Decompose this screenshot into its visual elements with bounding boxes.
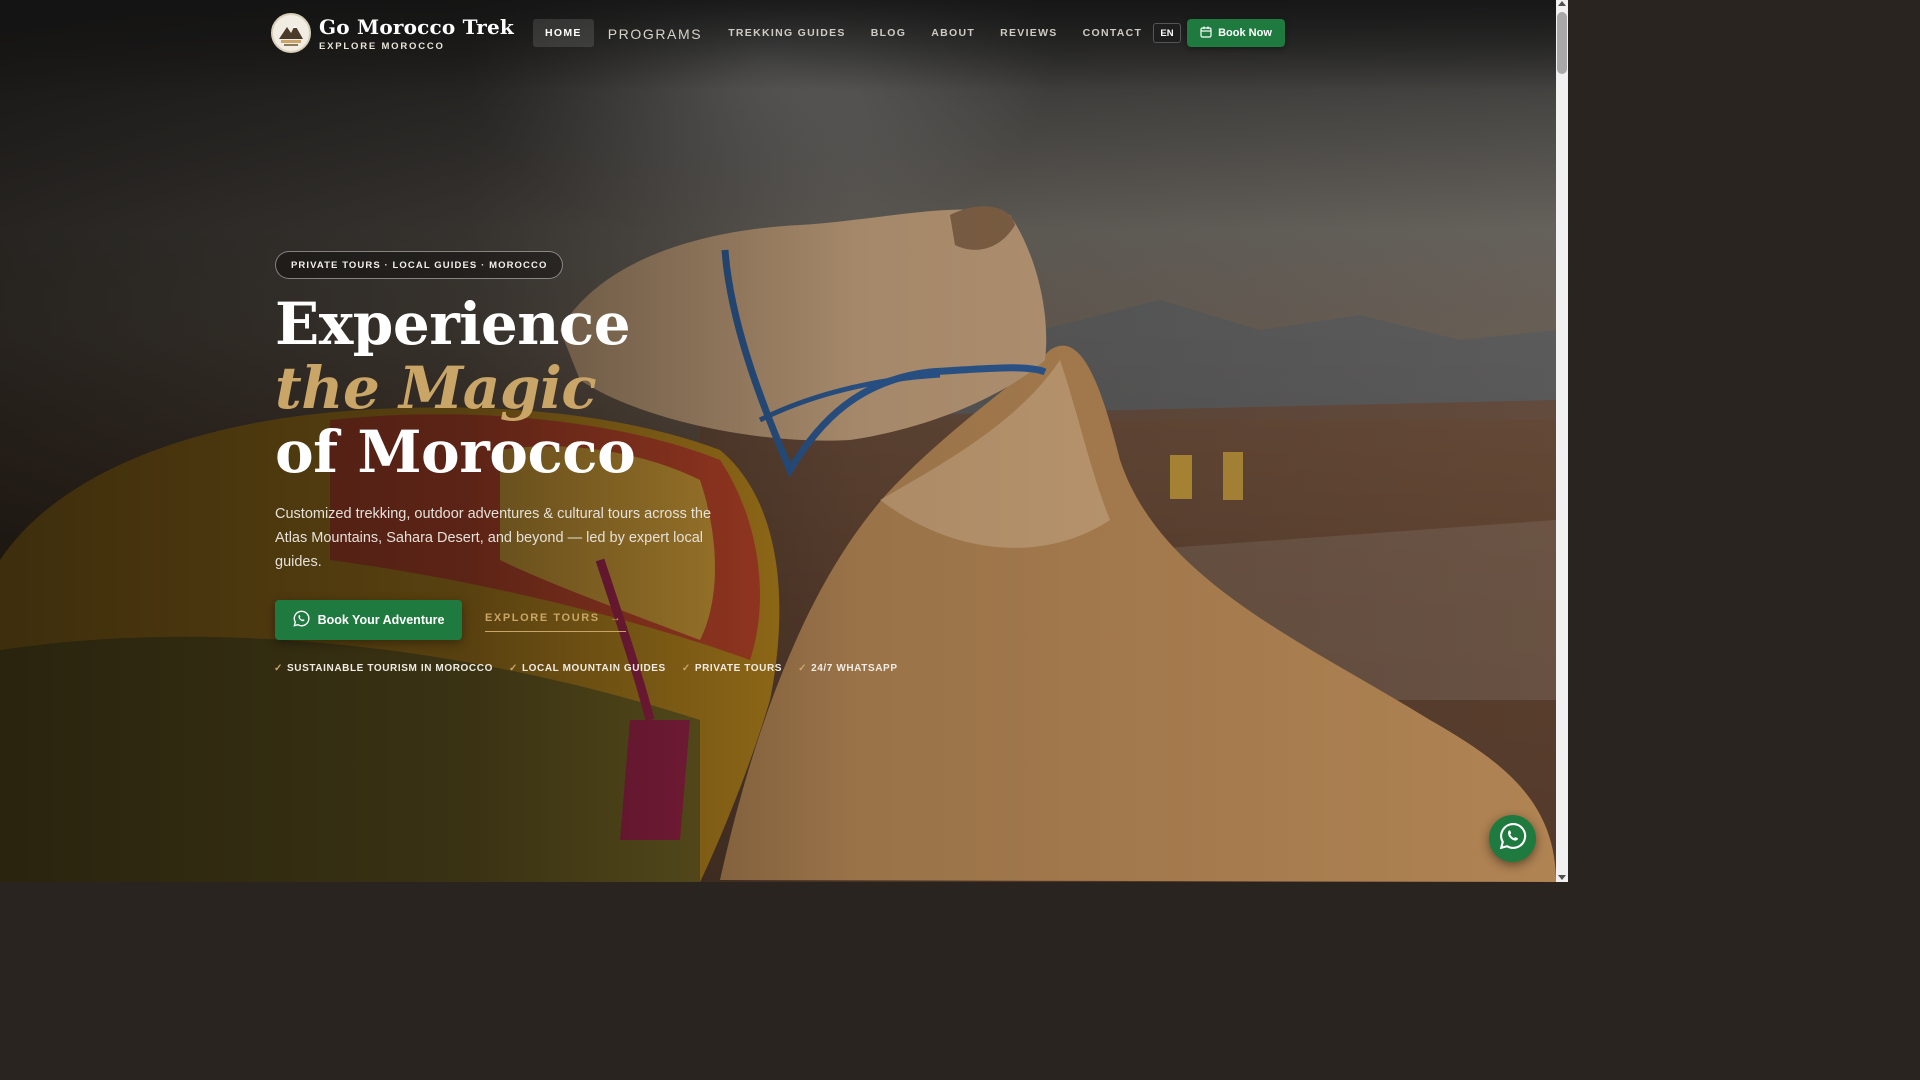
check-icon: ✓ <box>274 663 283 674</box>
page-scrollbar[interactable] <box>1556 0 1568 882</box>
hero-badge: PRIVATE TOURS · LOCAL GUIDES · MOROCCO <box>275 251 564 279</box>
arrow-right-icon: → <box>609 612 623 624</box>
whatsapp-icon <box>1499 822 1527 855</box>
explore-tours-link[interactable]: EXPLORE TOURS → <box>485 612 627 632</box>
brand-subtitle: EXPLORE MOROCCO <box>319 40 445 52</box>
check-icon: ✓ <box>508 663 518 674</box>
brand-title: Go Morocco Trek <box>319 14 514 39</box>
nav-programs[interactable]: PROGRAMS <box>596 18 714 50</box>
hero-description: Customized trekking, outdoor adventures … <box>275 506 712 570</box>
headline-line-2: the Magic <box>275 354 597 422</box>
headline-line-3: of Morocco <box>275 418 636 486</box>
book-adventure-button[interactable]: Book Your Adventure <box>275 600 462 640</box>
main-navigation: HOME PROGRAMS TREKKING GUIDES BLOG ABOUT… <box>533 16 1155 50</box>
whatsapp-icon <box>292 610 310 630</box>
nav-home[interactable]: HOME <box>533 19 594 47</box>
feature-label: 24/7 WHATSAPP <box>811 663 898 674</box>
nav-contact[interactable]: CONTACT <box>1071 19 1155 47</box>
calendar-icon <box>1200 26 1212 41</box>
nav-about[interactable]: ABOUT <box>919 19 987 47</box>
hero-headline: Experience the Magic of Morocco <box>275 290 636 486</box>
whatsapp-float-button[interactable] <box>1489 815 1536 862</box>
scroll-up-arrow[interactable] <box>1558 1 1566 6</box>
scrollbar-thumb[interactable] <box>1557 12 1567 74</box>
headline-line-1: Experience <box>275 290 631 358</box>
feature-label: LOCAL MOUNTAIN GUIDES <box>521 663 666 674</box>
feature-item: ✓ 24/7 WHATSAPP <box>798 663 898 674</box>
hero-overlay <box>0 0 1556 882</box>
feature-item: ✓ SUSTAINABLE TOURISM IN MOROCCO <box>274 663 493 674</box>
feature-label: SUSTAINABLE TOURISM IN MOROCCO <box>286 663 493 674</box>
feature-item: ✓ LOCAL MOUNTAIN GUIDES <box>509 663 666 674</box>
site-header: Go Morocco Trek EXPLORE MOROCCO HOME PRO… <box>0 0 1556 64</box>
feature-label: PRIVATE TOURS <box>694 663 783 674</box>
scroll-down-arrow[interactable] <box>1558 875 1566 880</box>
check-icon: ✓ <box>681 663 691 674</box>
brand-logo-link[interactable]: Go Morocco Trek EXPLORE MOROCCO <box>271 13 514 53</box>
feature-item: ✓ PRIVATE TOURS <box>682 663 782 674</box>
nav-reviews[interactable]: REVIEWS <box>988 19 1070 47</box>
mountain-logo-icon <box>271 13 311 53</box>
book-now-label: Book Now <box>1218 27 1272 39</box>
language-switcher[interactable]: EN <box>1153 23 1181 43</box>
hero-features: ✓ SUSTAINABLE TOURISM IN MOROCCO ✓ LOCAL… <box>274 663 898 674</box>
book-adventure-label: Book Your Adventure <box>317 613 445 627</box>
nav-trekking-guides[interactable]: TREKKING GUIDES <box>716 19 858 47</box>
explore-tours-label: EXPLORE TOURS <box>485 612 600 624</box>
check-icon: ✓ <box>798 663 808 674</box>
nav-blog[interactable]: BLOG <box>859 19 919 47</box>
book-now-button[interactable]: Book Now <box>1187 19 1285 47</box>
